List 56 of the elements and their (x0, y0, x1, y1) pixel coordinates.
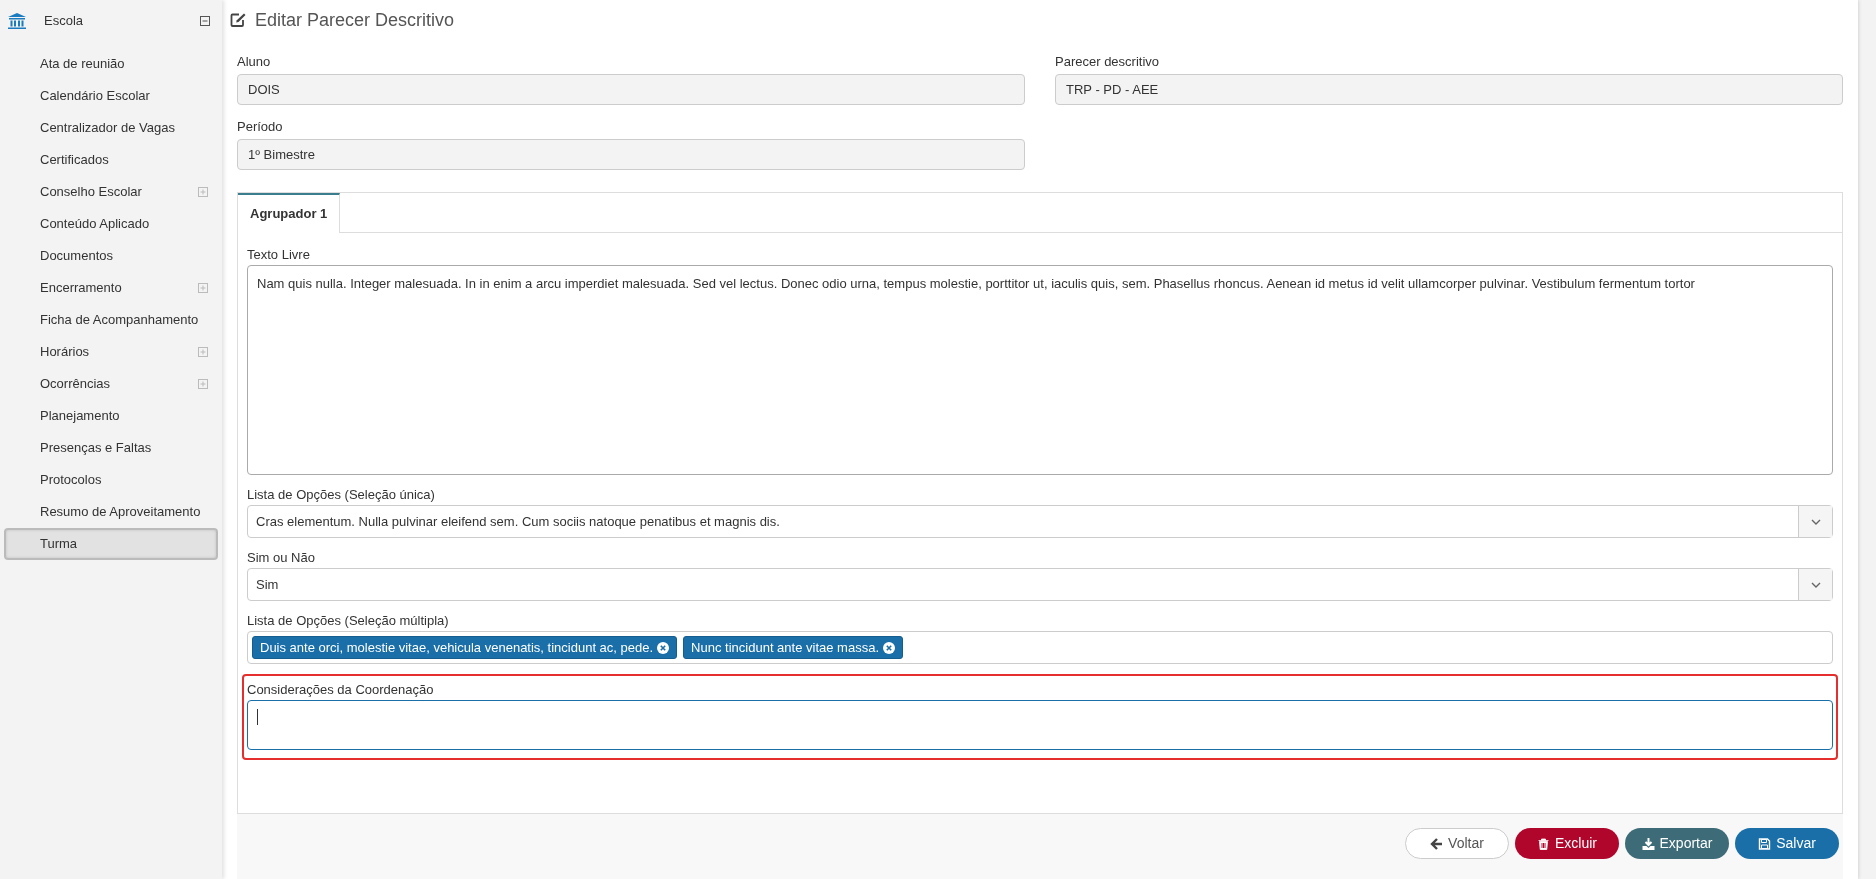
field-label: Considerações da Coordenação (247, 681, 435, 699)
edit-icon (230, 12, 247, 28)
dropdown[interactable]: Cras elementum. Nulla pulvinar eleifend sem. Cum sociis natoque penatibus et magnis dis. (247, 505, 1833, 538)
field-label: Aluno (237, 53, 272, 71)
expand-icon (198, 347, 208, 357)
sidebar-item[interactable]: Centralizador de Vagas (4, 112, 218, 144)
readonly-field[interactable]: TRP - PD - AEE (1055, 74, 1843, 105)
back-button[interactable]: Voltar (1405, 828, 1509, 859)
expand-icon (198, 283, 208, 293)
chevron-down-icon (1810, 518, 1821, 525)
sidebar-item[interactable]: Calendário Escolar (4, 80, 218, 112)
sidebar-item[interactable]: Protocolos (4, 464, 218, 496)
selected-tag[interactable]: Duis ante orci, molestie vitae, vehicula venenatis, tincidunt ac, pede. (252, 636, 678, 659)
sidebar-item[interactable]: Conteúdo Aplicado (4, 208, 218, 240)
readonly-field[interactable]: DOIS (237, 74, 1025, 105)
sidebar-item[interactable]: Documentos (4, 240, 218, 272)
sidebar-item[interactable]: Resumo de Aproveitamento (4, 496, 218, 528)
sidebar-item[interactable]: Planejamento (4, 400, 218, 432)
text-area[interactable]: Nam quis nulla. Integer malesuada. In in enim a arcu imperdiet malesuada. Sed vel lectus. Donec odio urna, tempus molestie, porttitor ut, iaculis quis, sem. Phasellus rhoncus. Aenean id metus id velit ullamcorper pulvinar. Vestibulum fermentum tortor (247, 265, 1833, 475)
expand-icon (198, 379, 208, 389)
text-input-field[interactable] (247, 700, 1833, 750)
sidebar-item[interactable]: Ficha de Acompanhamento (4, 304, 218, 336)
tab[interactable]: Agrupador 1 (238, 193, 341, 233)
remove-icon (883, 641, 895, 654)
collapse-icon (200, 16, 210, 26)
field-label: Período (237, 118, 284, 136)
field-label: Lista de Opções (Seleção múltipla) (247, 612, 450, 630)
sidebar-item[interactable]: Ata de reunião (4, 48, 218, 80)
sidebar-item[interactable]: Horários (4, 336, 218, 368)
field-label: Texto Livre (247, 246, 311, 264)
arrow-left-icon (1430, 837, 1444, 850)
expand-icon (198, 187, 208, 197)
trash-icon (1537, 837, 1550, 850)
bank-icon (8, 13, 26, 29)
chevron-down-icon (1810, 581, 1821, 588)
save-button[interactable]: Salvar (1735, 828, 1839, 859)
page-title: Editar Parecer Descritivo (255, 8, 455, 32)
sidebar-item[interactable]: Turma (4, 528, 218, 560)
save-icon (1758, 837, 1772, 850)
dropdown[interactable]: Sim (247, 568, 1833, 601)
download-icon (1641, 837, 1655, 850)
remove-icon (657, 641, 670, 654)
export-button[interactable]: Exportar (1625, 828, 1729, 859)
sidebar-item[interactable]: Certificados (4, 144, 218, 176)
field-label: Sim ou Não (247, 549, 316, 567)
sidebar-section[interactable]: Escola (4, 8, 218, 34)
selected-tag[interactable]: Nunc tincidunt ante vitae massa. (683, 636, 903, 659)
readonly-field[interactable]: 1º Bimestre (237, 139, 1025, 170)
field-label: Parecer descritivo (1055, 53, 1161, 71)
sidebar-item[interactable]: Presenças e Faltas (4, 432, 218, 464)
delete-button[interactable]: Excluir (1515, 828, 1619, 859)
sidebar-item[interactable]: Encerramento (4, 272, 218, 304)
sidebar-item[interactable]: Conselho Escolar (4, 176, 218, 208)
sidebar-item[interactable]: Ocorrências (4, 368, 218, 400)
multi-select-field[interactable]: Duis ante orci, molestie vitae, vehicula venenatis, tincidunt ac, pede. Nunc tincidunt ante vitae massa. (247, 631, 1833, 664)
field-label: Lista de Opções (Seleção única) (247, 486, 436, 504)
